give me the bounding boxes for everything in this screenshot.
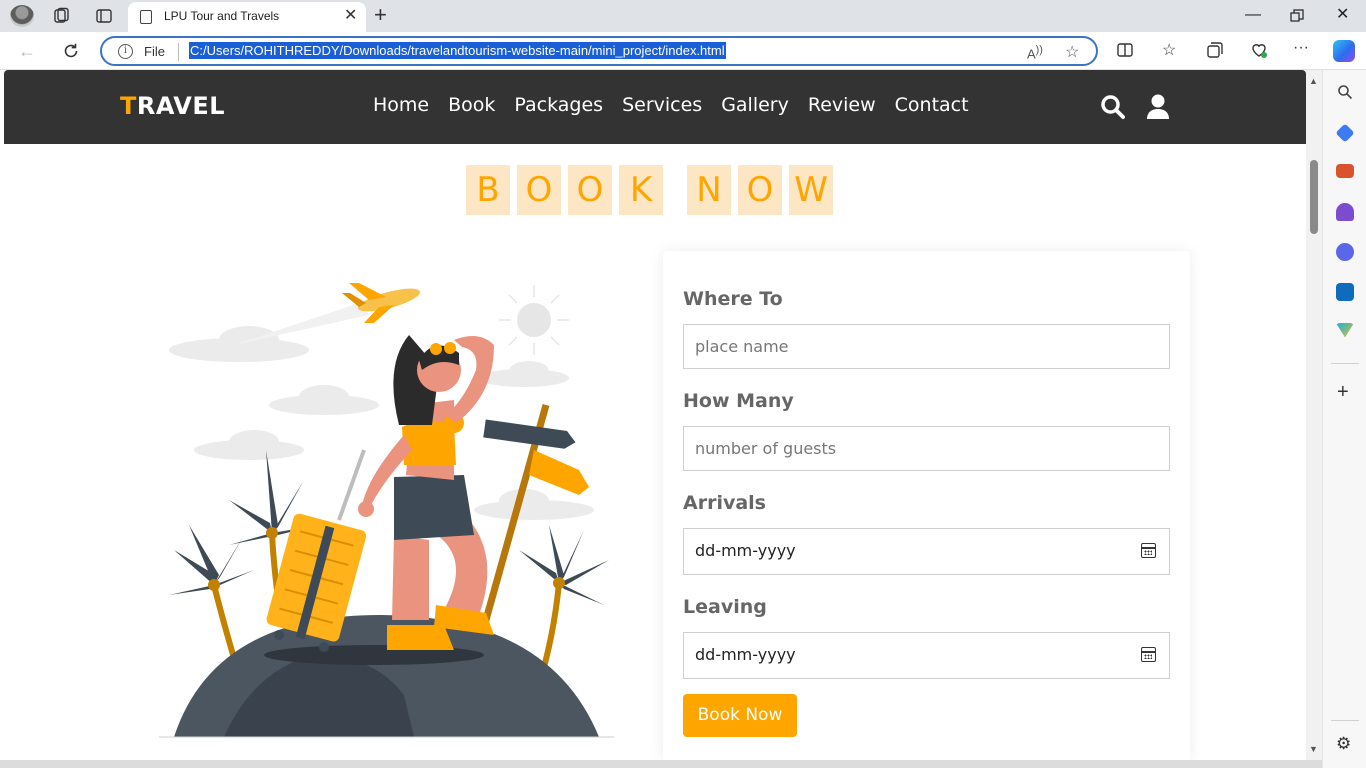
heading-space xyxy=(670,165,687,215)
add-sidebar-app-icon[interactable]: + xyxy=(1337,382,1349,402)
heading-letter: O xyxy=(517,165,561,215)
nav-contact[interactable]: Contact xyxy=(895,94,969,116)
logo-letter: T xyxy=(120,92,137,120)
address-bar[interactable]: i File C:/Users/ROHITHREDDY/Downloads/tr… xyxy=(100,36,1098,66)
tab-active[interactable]: LPU Tour and Travels ✕ xyxy=(128,2,366,32)
shopping-tag-icon[interactable] xyxy=(1335,123,1355,143)
search-icon[interactable] xyxy=(1100,94,1126,120)
booking-form: Where To place name How Many number of g… xyxy=(663,251,1190,760)
minimize-icon[interactable]: — xyxy=(1245,4,1261,26)
calendar-icon[interactable] xyxy=(1141,647,1156,662)
window-bottom-edge xyxy=(0,760,1322,768)
where-to-input[interactable]: place name xyxy=(683,324,1170,369)
nav-home[interactable]: Home xyxy=(373,94,429,116)
divider xyxy=(178,43,179,61)
browser-tab-bar: LPU Tour and Travels ✕ + — ✕ xyxy=(0,0,1366,32)
refresh-icon[interactable] xyxy=(62,42,80,60)
arrivals-date-value: dd-mm-yyyy xyxy=(695,541,796,560)
copilot-icon[interactable] xyxy=(1333,40,1355,62)
microsoft365-icon[interactable] xyxy=(1336,243,1354,261)
scroll-thumb[interactable] xyxy=(1310,160,1318,234)
web-page: TRAVEL Home Book Packages Services Galle… xyxy=(4,70,1306,760)
drop-icon[interactable] xyxy=(1336,323,1354,338)
nav-services[interactable]: Services xyxy=(622,94,702,116)
traveler-illustration xyxy=(159,283,614,738)
heading-letter: W xyxy=(789,165,833,215)
star-icon[interactable]: ☆ xyxy=(1065,42,1079,62)
restore-icon[interactable] xyxy=(1290,9,1304,23)
address-toolbar: ← i File C:/Users/ROHITHREDDY/Downloads/… xyxy=(0,32,1366,70)
info-icon[interactable]: i xyxy=(118,44,133,59)
site-logo[interactable]: TRAVEL xyxy=(120,92,225,120)
edge-sidebar: + ⚙ xyxy=(1322,70,1366,768)
url-text[interactable]: C:/Users/ROHITHREDDY/Downloads/traveland… xyxy=(189,42,726,59)
guests-input[interactable]: number of guests xyxy=(683,426,1170,471)
divider xyxy=(1331,720,1359,721)
nav-packages[interactable]: Packages xyxy=(514,94,603,116)
scroll-down-icon[interactable]: ▼ xyxy=(1309,744,1318,754)
how-many-label: How Many xyxy=(683,390,794,412)
settings-icon[interactable]: ⚙ xyxy=(1336,734,1351,754)
divider xyxy=(1331,363,1359,364)
book-now-heading: B O O K N O W xyxy=(466,165,840,215)
heading-letter: K xyxy=(619,165,663,215)
favorites-icon[interactable]: ☆ xyxy=(1162,41,1176,61)
file-label: File xyxy=(144,44,165,59)
profile-avatar[interactable] xyxy=(10,5,34,27)
read-aloud-icon[interactable]: A)) xyxy=(1027,44,1043,61)
nav-book[interactable]: Book xyxy=(448,94,495,116)
heading-letter: B xyxy=(466,165,510,215)
tools-briefcase-icon[interactable] xyxy=(1336,164,1354,178)
workspaces-icon[interactable] xyxy=(52,7,70,25)
tab-actions-icon[interactable] xyxy=(95,7,113,25)
tab-title: LPU Tour and Travels xyxy=(164,9,280,23)
outlook-icon[interactable] xyxy=(1336,283,1354,301)
calendar-icon[interactable] xyxy=(1141,543,1156,558)
nav-gallery[interactable]: Gallery xyxy=(721,94,789,116)
nav-review[interactable]: Review xyxy=(808,94,876,116)
more-menu-icon[interactable]: ··· xyxy=(1293,38,1309,58)
site-header: TRAVEL Home Book Packages Services Galle… xyxy=(4,70,1306,144)
leaving-date-input[interactable]: dd-mm-yyyy xyxy=(683,632,1170,679)
logo-text: RAVEL xyxy=(136,92,226,120)
leaving-label: Leaving xyxy=(683,596,767,618)
user-icon[interactable] xyxy=(1146,94,1170,120)
page-icon xyxy=(140,10,152,24)
arrivals-label: Arrivals xyxy=(683,492,766,514)
split-screen-icon[interactable] xyxy=(1116,41,1134,59)
collections-icon[interactable] xyxy=(1206,41,1224,59)
heading-letter: O xyxy=(738,165,782,215)
page-scrollbar[interactable]: ▲ ▼ xyxy=(1306,70,1322,760)
heading-letter: O xyxy=(568,165,612,215)
new-tab-icon[interactable]: + xyxy=(374,2,387,28)
main-nav: Home Book Packages Services Gallery Revi… xyxy=(373,94,988,116)
games-icon[interactable] xyxy=(1336,203,1354,221)
heading-letter: N xyxy=(687,165,731,215)
sidebar-search-icon[interactable] xyxy=(1337,84,1353,100)
back-icon[interactable]: ← xyxy=(18,40,36,62)
close-window-icon[interactable]: ✕ xyxy=(1336,4,1349,26)
performance-icon[interactable] xyxy=(1250,41,1268,59)
book-now-button[interactable]: Book Now xyxy=(683,694,797,737)
close-tab-icon[interactable]: ✕ xyxy=(344,6,357,26)
where-to-label: Where To xyxy=(683,288,783,310)
scroll-up-icon[interactable]: ▲ xyxy=(1309,76,1318,86)
arrivals-date-input[interactable]: dd-mm-yyyy xyxy=(683,528,1170,575)
leaving-date-value: dd-mm-yyyy xyxy=(695,645,796,664)
